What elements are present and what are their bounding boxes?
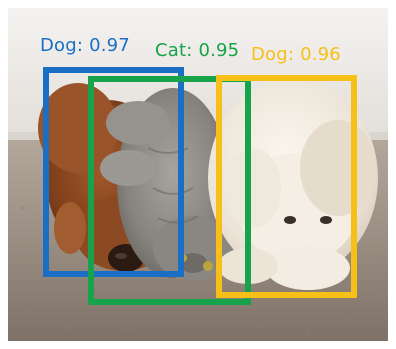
image-frame: Dog: 0.97 Cat: 0.95 Dog: 0.96	[0, 0, 396, 349]
dog-bounding-box	[216, 75, 357, 298]
dog-detection-label: Dog: 0.96	[251, 44, 341, 65]
dog-detection-label: Dog: 0.97	[40, 35, 130, 56]
cat-detection-label: Cat: 0.95	[155, 40, 240, 61]
